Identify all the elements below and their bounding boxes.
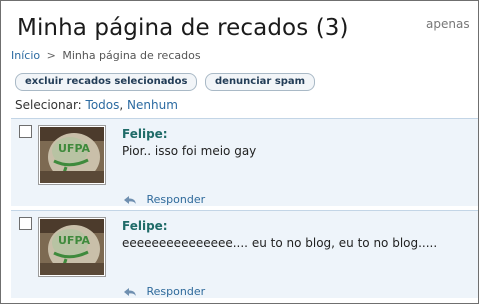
message-checkbox[interactable]	[19, 217, 32, 230]
svg-text:UFPA: UFPA	[58, 234, 90, 247]
breadcrumb-current: Minha página de recados	[62, 49, 201, 62]
message-author[interactable]: Felipe:	[122, 127, 168, 141]
scrapbook-window: Minha página de recados (3) apenas Iníci…	[0, 0, 479, 304]
breadcrumb: Início > Minha página de recados	[11, 49, 201, 62]
corner-link[interactable]: apenas	[426, 17, 470, 31]
breadcrumb-home-link[interactable]: Início	[11, 49, 40, 62]
breadcrumb-separator: >	[46, 49, 56, 62]
reply-arrow-icon	[124, 196, 136, 204]
avatar[interactable]: UFPA	[38, 125, 106, 185]
report-spam-button[interactable]: denunciar spam	[205, 73, 315, 91]
delete-selected-button[interactable]: excluir recados selecionados	[15, 73, 197, 91]
reply-label: Responder	[146, 285, 206, 298]
select-label: Selecionar:	[15, 98, 82, 112]
avatar-image: UFPA	[40, 127, 104, 183]
message-text: eeeeeeeeeeeeeee.... eu to no blog, eu to…	[122, 236, 438, 250]
avatar[interactable]: UFPA	[38, 217, 106, 277]
message-text: Pior.. isso foi meio gay	[122, 144, 257, 158]
select-none-link[interactable]: Nenhum	[127, 98, 178, 112]
svg-text:UFPA: UFPA	[58, 142, 90, 155]
select-all-link[interactable]: Todos	[86, 98, 120, 112]
select-row: Selecionar: Todos, Nenhum	[15, 98, 178, 112]
reply-arrow-icon	[124, 288, 136, 296]
select-separator: ,	[119, 98, 124, 112]
avatar-image: UFPA	[40, 219, 104, 275]
page-title: Minha página de recados (3)	[17, 15, 349, 41]
reply-link[interactable]: Responder	[123, 193, 205, 206]
message-checkbox[interactable]	[19, 125, 32, 138]
reply-label: Responder	[146, 193, 206, 206]
message-author[interactable]: Felipe:	[122, 219, 168, 233]
message-item: UFPA Felipe: Pior.. isso foi meio gay Re…	[11, 118, 478, 206]
reply-link[interactable]: Responder	[123, 285, 205, 298]
message-item: UFPA Felipe: eeeeeeeeeeeeeee.... eu to n…	[11, 210, 478, 298]
